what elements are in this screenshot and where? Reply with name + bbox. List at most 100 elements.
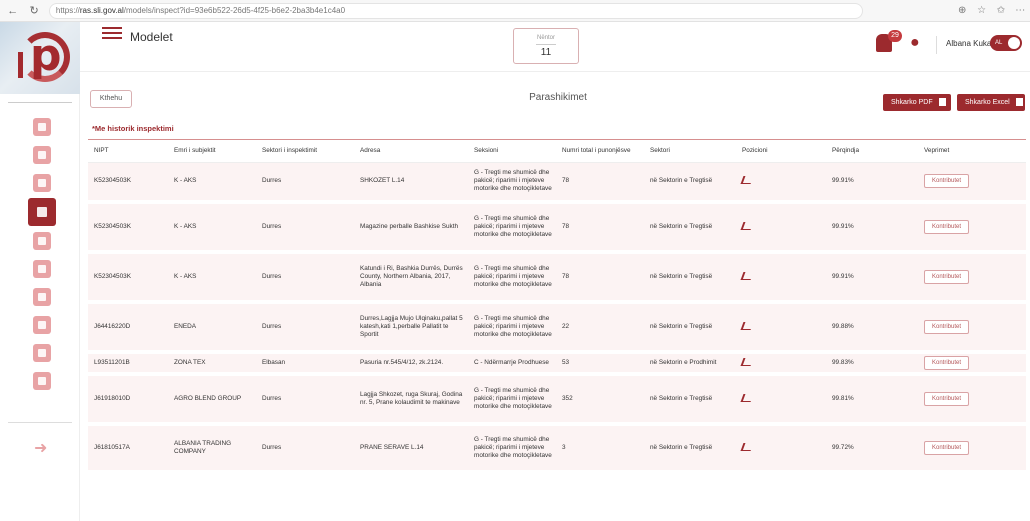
url-prefix: https:// — [55, 6, 80, 15]
card-icon[interactable] — [33, 372, 51, 390]
address-bar[interactable]: https://ras.sli.gov.al/models/inspect?id… — [48, 2, 863, 19]
divider — [8, 422, 72, 423]
menu-icon[interactable] — [102, 27, 122, 41]
contributions-button[interactable]: Kontributet — [924, 270, 969, 284]
report-icon[interactable] — [33, 316, 51, 334]
main-content: Parashikimet Kthehu Shkarko PDF Shkarko … — [88, 80, 1028, 521]
file-pdf-icon — [938, 98, 946, 107]
actions-cell: Kontributet — [918, 302, 1026, 352]
column-header: Veprimet — [918, 140, 1026, 163]
models-icon[interactable] — [28, 198, 56, 226]
table-row: L93511201B ZONA TEX Elbasan Pasuria nr.545/… — [88, 352, 1026, 374]
user-icon[interactable]: ● — [910, 34, 928, 52]
more-icon[interactable]: ⋯ — [1011, 5, 1030, 16]
table-row: J61918010D AGRO BLEND GROUP Durres Lagjja S… — [88, 374, 1026, 424]
chart-icon[interactable] — [740, 442, 754, 451]
predictions-table: NIPT Emri i subjektit Sektori i inspektimi… — [88, 140, 1026, 474]
name-cell: K - AKS — [174, 223, 197, 230]
sektori-cell: në Sektorin e Prodhimit — [650, 359, 717, 366]
column-header: NIPT — [88, 140, 168, 163]
top-bar: Modelet Nëntor 11 29 ● Albana Kuka AL — [80, 22, 1030, 72]
zoom-icon[interactable]: ⊕ — [953, 5, 972, 16]
records-icon[interactable] — [33, 174, 51, 192]
column-header: Sektori — [644, 140, 736, 163]
month-value: 11 — [536, 44, 556, 58]
favorites-icon[interactable]: ✩ — [991, 5, 1010, 16]
address-cell: Katundi i Ri, Bashkia Durrës, Durrës Cou… — [360, 265, 463, 288]
chart-icon[interactable] — [740, 321, 754, 330]
chart-icon[interactable] — [740, 221, 754, 230]
contributions-button[interactable]: Kontributet — [924, 392, 969, 406]
column-header: Pozicioni — [736, 140, 826, 163]
sidebar: p ➜ — [0, 22, 80, 521]
scan-icon[interactable] — [33, 232, 51, 250]
excel-label: Shkarko Excel — [965, 99, 1010, 106]
position-cell — [736, 352, 826, 374]
position-cell — [736, 424, 826, 472]
back-button[interactable]: Kthehu — [90, 90, 132, 108]
url-domain: ras.sli.gov.al — [79, 6, 124, 15]
contributions-button[interactable]: Kontributet — [924, 320, 969, 334]
chart-icon[interactable] — [740, 271, 754, 280]
section-cell: G - Tregti me shumicë dhe pakicë; ripari… — [474, 265, 552, 288]
download-excel-button[interactable]: Shkarko Excel — [957, 94, 1025, 111]
month-label: Nëntor — [536, 35, 555, 41]
browser-toolbar: ← ↻ https://ras.sli.gov.al/models/inspec… — [0, 0, 1030, 22]
position-cell — [736, 202, 826, 252]
column-header: Adresa — [354, 140, 468, 163]
address-cell: Magazine perballe Bashkise Sukth — [360, 223, 459, 230]
employees-cell: 78 — [562, 177, 570, 185]
favorite-star-icon[interactable]: ☆ — [972, 5, 991, 16]
contributions-button[interactable]: Kontributet — [924, 174, 969, 189]
pdf-label: Shkarko PDF — [891, 99, 933, 106]
logout-icon[interactable]: ➜ — [34, 440, 52, 458]
address-cell: PRANE SERAVE L.14 — [360, 444, 424, 451]
table-row: J64416220D ENEDA Durres Durres,Lagjja Mujo … — [88, 302, 1026, 352]
name-cell: ENEDA — [174, 323, 197, 330]
percent-cell: 99.91% — [832, 177, 854, 185]
nipt-cell: L93511201B — [94, 359, 130, 366]
users-icon[interactable] — [33, 146, 51, 164]
contributions-button[interactable]: Kontributet — [924, 441, 969, 455]
profile-icon[interactable] — [33, 288, 51, 306]
employees-cell: 78 — [562, 223, 570, 230]
employees-cell: 78 — [562, 273, 570, 280]
chart-icon[interactable] — [740, 393, 754, 402]
address-cell: Durres,Lagjja Mujo Ulqinaku,pallat 5 kat… — [360, 315, 463, 338]
app-title: Modelet — [130, 30, 173, 44]
checklist-icon[interactable] — [33, 344, 51, 362]
section-cell: G - Tregti me shumicë dhe pakicë; ripari… — [474, 215, 552, 238]
table-row: K52304503K K - AKS Durres Magazine perballe… — [88, 202, 1026, 252]
name-cell: ALBANIA TRADING COMPANY — [174, 440, 232, 455]
sector-cell: Durres — [262, 323, 282, 330]
column-header: Seksioni — [468, 140, 556, 163]
back-arrow-icon[interactable]: ← — [4, 2, 21, 20]
sector-cell: Durres — [262, 273, 282, 280]
percent-cell: 99.72% — [832, 444, 854, 451]
logo: p — [0, 22, 80, 94]
employees-cell: 352 — [562, 395, 573, 402]
actions-cell: Kontributet — [918, 424, 1026, 472]
contributions-button[interactable]: Kontributet — [924, 356, 969, 370]
nipt-cell: K52304503K — [94, 273, 131, 280]
actions-cell: Kontributet — [918, 202, 1026, 252]
column-header: Numri total i punonjësve — [556, 140, 644, 163]
logo-p: p — [30, 30, 62, 81]
language-toggle[interactable]: AL — [990, 35, 1022, 51]
chart-icon[interactable] — [740, 175, 754, 184]
document-icon[interactable] — [33, 260, 51, 278]
section-cell: C - Ndërmarrje Prodhuese — [474, 359, 549, 366]
contributions-button[interactable]: Kontributet — [924, 220, 969, 234]
employees-cell: 22 — [562, 323, 570, 330]
reload-icon[interactable]: ↻ — [25, 2, 42, 20]
home-icon[interactable] — [33, 118, 51, 136]
percent-cell: 99.81% — [832, 395, 854, 402]
section-cell: G - Tregti me shumicë dhe pakicë; ripari… — [474, 436, 552, 459]
percent-cell: 99.91% — [832, 273, 854, 280]
chart-icon[interactable] — [740, 357, 754, 366]
month-selector[interactable]: Nëntor 11 — [513, 28, 579, 64]
table-header: NIPT Emri i subjektit Sektori i inspektimi… — [88, 140, 1026, 163]
employees-cell: 3 — [562, 444, 566, 451]
download-pdf-button[interactable]: Shkarko PDF — [883, 94, 951, 111]
nipt-cell: K52304503K — [94, 177, 131, 185]
